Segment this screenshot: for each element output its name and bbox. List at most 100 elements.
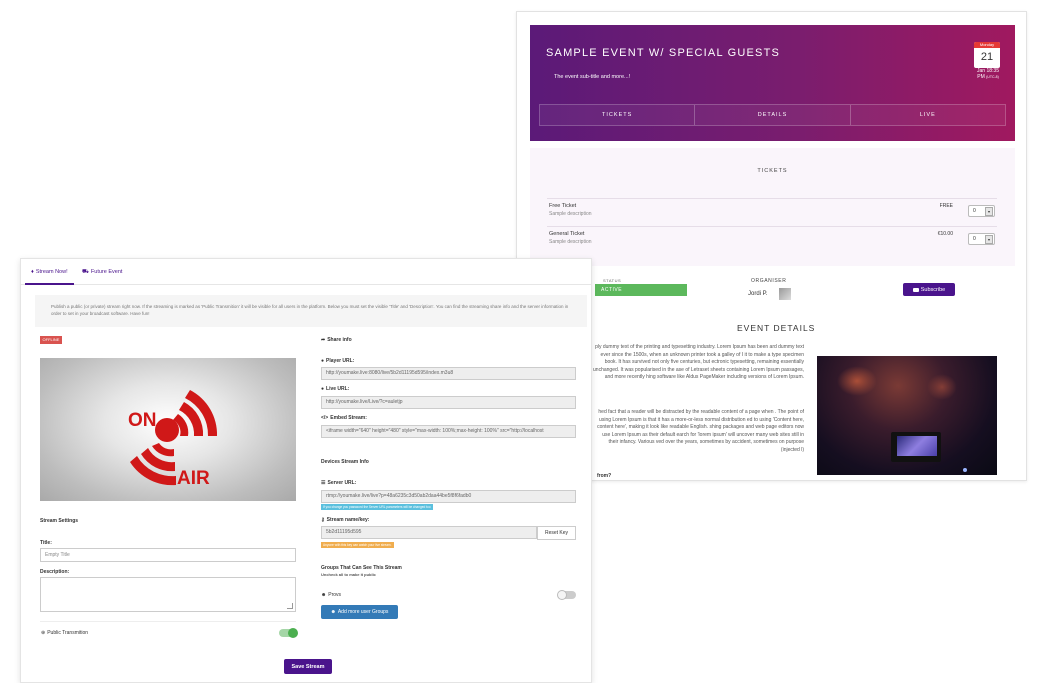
event-image xyxy=(817,356,997,475)
title-input[interactable] xyxy=(40,548,296,562)
ticket-description: Sample description xyxy=(549,239,592,245)
embed-stream-label-text: Embed Stream: xyxy=(330,415,367,421)
group-item-provs: ☻ Provs xyxy=(321,592,341,598)
car-icon: ⛟ xyxy=(82,269,89,275)
ticket-price: €10.00 xyxy=(937,231,953,237)
ticket-row: Free Ticket Sample description FREE 0 ▾ xyxy=(547,198,997,226)
tab-future-event-label: Future Event xyxy=(90,269,123,275)
subscribe-button[interactable]: Subscribe xyxy=(903,283,955,296)
groups-heading: Groups That Can See This Stream xyxy=(321,565,402,571)
chevron-down-icon: ▾ xyxy=(985,235,993,244)
public-transmition-label: ⊕ Public Transmition xyxy=(41,630,88,636)
calendar-icon: Monday 21 xyxy=(974,42,1000,68)
users-icon: ☻ xyxy=(321,592,327,598)
tab-details[interactable]: DETAILS xyxy=(695,105,851,125)
users-icon: ☻ xyxy=(330,609,336,615)
event-hero-banner: SAMPLE EVENT W/ SPECIAL GUESTS The event… xyxy=(530,25,1015,141)
tab-stream-now-label: Stream Now! xyxy=(35,269,68,275)
on-air-air-text: AIR xyxy=(177,468,210,489)
code-icon: </> xyxy=(321,415,329,421)
toggle-knob xyxy=(557,590,567,600)
group-name: Provs xyxy=(328,592,342,598)
ticket-price: FREE xyxy=(939,203,953,209)
divider xyxy=(40,621,296,622)
event-page-window: SAMPLE EVENT W/ SPECIAL GUESTS The event… xyxy=(516,11,1027,481)
stage-light xyxy=(837,366,877,396)
live-url-field[interactable]: http://youmake.live/Live/?c=auletjp xyxy=(321,396,576,409)
avatar[interactable] xyxy=(779,288,791,300)
stream-key-note: Anyone with this key can watch your live… xyxy=(321,542,394,548)
tab-stream-now[interactable]: ♦ Stream Now! xyxy=(25,269,74,285)
organiser-name[interactable]: Jordi P. xyxy=(748,291,768,297)
player-url-label: ● Player URL: xyxy=(321,358,354,364)
groups-subheading: Uncheck all to make it public xyxy=(321,572,376,577)
share-info-heading: ➦ Share info xyxy=(321,337,352,343)
ticket-description: Sample description xyxy=(549,211,592,217)
stage-light xyxy=(927,374,957,400)
ticket-name: Free Ticket xyxy=(549,203,577,209)
server-url-label: ☰ Server URL: xyxy=(321,480,356,486)
description-textarea[interactable] xyxy=(40,577,296,612)
stream-key-field[interactable]: 5b2d11195d595 xyxy=(321,526,537,539)
description-label: Description: xyxy=(40,569,70,575)
event-title: SAMPLE EVENT W/ SPECIAL GUESTS xyxy=(546,47,781,59)
share-info-title: Share info xyxy=(327,337,352,343)
event-timezone: (UTC-8) xyxy=(986,75,999,79)
calendar-day: 21 xyxy=(980,51,994,63)
event-details-paragraph: ply dummy text of the printing and types… xyxy=(593,344,804,381)
toggle-knob xyxy=(288,628,298,638)
server-url-note: If you change you password the Server UR… xyxy=(321,504,433,510)
live-url-label: ● Live URL: xyxy=(321,386,349,392)
event-details-question: from? xyxy=(597,473,612,479)
group-visibility-toggle[interactable] xyxy=(557,590,576,600)
stream-admin-window: ♦ Stream Now! ⛟ Future Event Publish a pub… xyxy=(20,258,592,683)
youtube-icon xyxy=(912,287,919,292)
devices-stream-heading: Devices Stream Info xyxy=(321,459,369,465)
player-url-field[interactable]: http://youmake.live:8080/live/5b2d11195d… xyxy=(321,367,576,380)
add-user-groups-button[interactable]: ☻ Add more user Groups xyxy=(321,605,398,619)
event-date-time: Jan 18:35 PM (UTC-8) xyxy=(966,68,1010,80)
event-details-heading: EVENT DETAILS xyxy=(737,323,816,333)
public-transmition-toggle[interactable] xyxy=(279,628,298,638)
stream-tab-bar: ♦ Stream Now! ⛟ Future Event xyxy=(21,259,591,285)
chevron-down-icon: ▾ xyxy=(985,207,993,216)
player-url-label-text: Player URL: xyxy=(326,358,355,364)
embed-stream-label: </> Embed Stream: xyxy=(321,415,367,421)
server-url-label-text: Server URL: xyxy=(327,480,357,486)
ticket-quantity-value: 0 xyxy=(973,208,976,214)
live-url-label-text: Live URL: xyxy=(326,386,350,392)
stream-preview: ON AIR xyxy=(40,358,296,501)
add-user-groups-label: Add more user Groups xyxy=(337,609,389,615)
embed-code-field[interactable]: <iframe width="640" height="480" style="… xyxy=(321,425,576,438)
offline-badge: OFFLINE xyxy=(40,336,62,344)
camera-led xyxy=(963,468,967,472)
stream-intro-text: Publish a public (or private) stream rig… xyxy=(35,295,587,327)
save-stream-button[interactable]: Save Stream xyxy=(284,659,332,674)
broadcast-icon: ♦ xyxy=(31,269,34,275)
event-subtitle: The event sub-title and more...! xyxy=(554,74,631,80)
organiser-label: ORGANISER xyxy=(751,278,787,284)
status-label: STATUS xyxy=(603,278,622,283)
stream-key-label-text: Stream name/key: xyxy=(326,517,370,523)
server-icon: ☰ xyxy=(321,480,326,486)
ticket-quantity-select[interactable]: 0 ▾ xyxy=(968,205,995,217)
event-time: PM (UTC-8) xyxy=(966,74,1010,80)
public-transmition-text: Public Transmition xyxy=(47,630,89,636)
ticket-name: General Ticket xyxy=(549,231,585,237)
tab-tickets[interactable]: TICKETS xyxy=(540,105,696,125)
status-badge: ACTIVE xyxy=(595,284,687,296)
stream-key-label: ⚷ Stream name/key: xyxy=(321,517,369,523)
record-icon: ● xyxy=(321,386,325,392)
subscribe-label: Subscribe xyxy=(920,286,946,293)
key-icon: ⚷ xyxy=(321,517,325,523)
play-circle-icon: ● xyxy=(321,358,325,364)
tickets-section: TICKETS Free Ticket Sample description F… xyxy=(530,148,1015,266)
tickets-heading: TICKETS xyxy=(757,168,788,174)
server-url-field[interactable]: rtmp://youmake.live/live?p=48a6235c3d50a… xyxy=(321,490,576,503)
tab-future-event[interactable]: ⛟ Future Event xyxy=(82,269,122,276)
event-tab-bar: TICKETS DETAILS LIVE xyxy=(539,104,1006,126)
ticket-quantity-select[interactable]: 0 ▾ xyxy=(968,233,995,245)
reset-key-button[interactable]: Reset Key xyxy=(537,526,576,540)
share-icon: ➦ xyxy=(321,337,326,343)
tab-live[interactable]: LIVE xyxy=(850,105,1005,125)
